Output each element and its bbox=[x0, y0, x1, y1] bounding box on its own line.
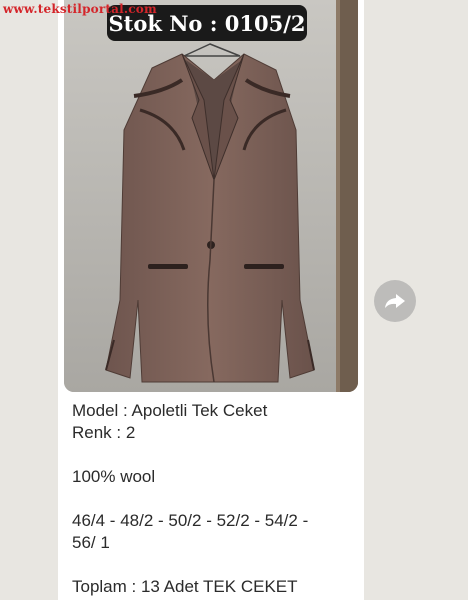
forward-button[interactable] bbox=[374, 280, 416, 322]
forward-arrow-icon bbox=[385, 294, 405, 308]
caption-sizes: 46/4 - 48/2 - 50/2 - 52/2 - 54/2 - bbox=[72, 511, 309, 530]
caption-total: Toplam : 13 Adet TEK CEKET bbox=[72, 577, 298, 596]
watermark-logo: www.tekstilportal.com bbox=[3, 2, 157, 16]
jacket-photo[interactable] bbox=[64, 0, 358, 392]
caption-sizes-cont: 56/ 1 bbox=[72, 533, 110, 552]
message-caption: Model : Apoletli Tek Ceket Renk : 2 100%… bbox=[72, 400, 358, 598]
caption-model: Model : Apoletli Tek Ceket bbox=[72, 401, 268, 420]
caption-material: 100% wool bbox=[72, 467, 156, 486]
jacket-image bbox=[64, 0, 358, 392]
caption-color: Renk : 2 bbox=[72, 423, 136, 442]
